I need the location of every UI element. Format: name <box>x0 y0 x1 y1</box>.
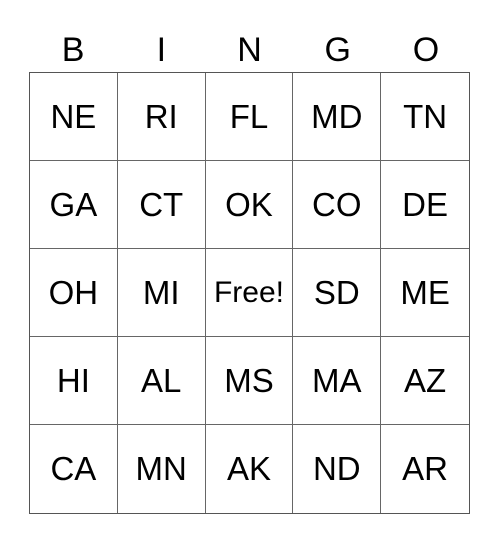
bingo-cell[interactable]: ND <box>293 425 382 513</box>
bingo-cell[interactable]: HI <box>30 337 118 425</box>
bingo-cell[interactable]: AZ <box>381 337 469 425</box>
bingo-cell[interactable]: CA <box>30 425 118 513</box>
bingo-cell[interactable]: CT <box>117 161 206 249</box>
header-letter-n: N <box>237 31 262 69</box>
bingo-cell[interactable]: MD <box>293 73 382 161</box>
bingo-cell[interactable]: DE <box>381 161 469 249</box>
bingo-cell[interactable]: MN <box>118 425 206 513</box>
bingo-cell[interactable]: CO <box>293 161 382 249</box>
bingo-cell[interactable]: MA <box>293 337 382 425</box>
bingo-cell[interactable]: MI <box>117 249 206 337</box>
header-letter-b: B <box>61 31 85 69</box>
bingo-cell[interactable]: MS <box>205 337 294 425</box>
bingo-card-grid: NE RI FL MD TN GA CT OK CO DE OH MI Free! SD ME HI AL MS M… <box>29 72 470 514</box>
bingo-cell[interactable]: FL <box>205 73 294 161</box>
bingo-cell[interactable]: ME <box>381 249 469 337</box>
bingo-cell[interactable]: AL <box>117 337 206 425</box>
bingo-cell[interactable]: OH <box>30 249 118 337</box>
header-letter-g: G <box>324 31 351 69</box>
bingo-cell[interactable]: AK <box>206 425 294 513</box>
header-letter-i: I <box>156 31 167 69</box>
bingo-header: B I N G O <box>29 28 470 72</box>
bingo-cell[interactable]: RI <box>117 73 206 161</box>
bingo-cell[interactable]: GA <box>30 161 118 249</box>
bingo-cell[interactable]: SD <box>293 249 382 337</box>
header-letter-o: O <box>412 31 440 69</box>
bingo-cell[interactable]: NE <box>30 73 118 161</box>
bingo-cell[interactable]: AR <box>381 425 469 513</box>
bingo-cell[interactable]: OK <box>205 161 294 249</box>
bingo-cell[interactable]: TN <box>381 73 469 161</box>
free-space-cell[interactable]: Free! <box>205 249 294 337</box>
